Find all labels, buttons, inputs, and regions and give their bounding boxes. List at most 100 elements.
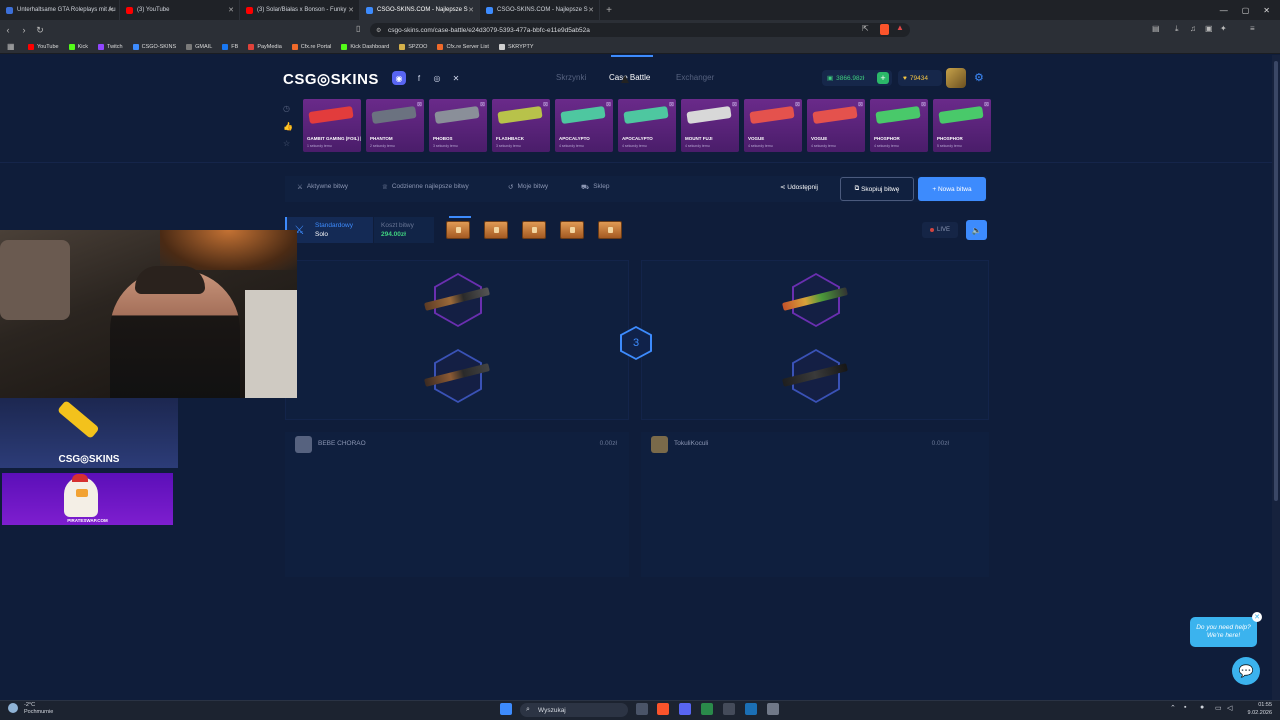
- system-clock[interactable]: 01:55 9.02.2026: [1240, 701, 1272, 717]
- browser-tab-active[interactable]: CSGO-SKINS.COM - Najlepsze S ✕: [360, 0, 480, 20]
- tray-app-icon[interactable]: ▪: [1184, 704, 1186, 711]
- forward-icon[interactable]: ›: [16, 25, 32, 35]
- hide-drop-icon[interactable]: ⊠: [732, 101, 737, 108]
- calculator-icon[interactable]: [767, 703, 779, 715]
- hide-drop-icon[interactable]: ⊠: [669, 101, 674, 108]
- browser-tab[interactable]: CSGO-SKINS.COM - Najlepsze S ✕: [480, 0, 600, 20]
- drop-card[interactable]: MOUNT FUJI 4 sekundy temu ⊠: [681, 99, 739, 152]
- bookmark-fb[interactable]: FB: [222, 43, 238, 50]
- drop-card[interactable]: PHANTOM 2 sekundy temu ⊠: [366, 99, 424, 152]
- bookmark-icon[interactable]: ▯: [356, 24, 360, 33]
- nav-exchanger[interactable]: Exchanger: [676, 73, 714, 82]
- new-tab-button[interactable]: +: [600, 5, 618, 16]
- bookmark-paymedia[interactable]: PayMedia: [248, 43, 282, 50]
- hide-drop-icon[interactable]: ⊠: [606, 101, 611, 108]
- discord-icon[interactable]: ◉: [392, 71, 406, 85]
- taskbar-search[interactable]: ⌕ Wyszukaj: [520, 703, 628, 717]
- copy-battle-button[interactable]: ⧉ Skopiuj bitwę: [840, 177, 914, 201]
- case-thumbnail[interactable]: [446, 221, 470, 239]
- subnav-my-battles[interactable]: ↺ Moje bitwy: [508, 183, 548, 191]
- bookmark-gmail[interactable]: GMAIL: [186, 43, 212, 50]
- bookmark-kick-dashboard[interactable]: Kick Dashboard: [341, 43, 389, 50]
- extensions-icon[interactable]: ✦: [1220, 24, 1227, 33]
- close-tab-icon[interactable]: ✕: [468, 6, 474, 14]
- close-tab-icon[interactable]: ✕: [228, 6, 234, 14]
- subnav-active-battles[interactable]: ⚔ Aktywne bitwy: [297, 183, 348, 191]
- subnav-shop[interactable]: ⛟ Sklep: [581, 183, 609, 192]
- volume-icon[interactable]: ◁: [1227, 704, 1232, 712]
- url-field[interactable]: ⚙ csgo-skins.com/case-battle/e24d3079-539…: [370, 23, 910, 37]
- subnav-daily-best[interactable]: ♕ Codzienne najlepsze bitwy: [382, 183, 469, 191]
- close-window-icon[interactable]: ✕: [1263, 6, 1270, 15]
- close-tab-icon[interactable]: ✕: [108, 6, 114, 14]
- obs-icon[interactable]: [723, 703, 735, 715]
- case-thumbnail[interactable]: [522, 221, 546, 239]
- bookmark-cfx-portal[interactable]: Cfx.re Portal: [291, 43, 331, 50]
- bookmark-youtube[interactable]: YouTube: [28, 43, 59, 50]
- drop-card[interactable]: VOGUE 4 sekundy temu ⊠: [744, 99, 802, 152]
- bookmark-cfx-server-list[interactable]: Cfx.re Server List: [437, 43, 489, 50]
- brave-shield-icon[interactable]: [880, 24, 889, 35]
- new-battle-button[interactable]: + Nowa bitwa: [918, 177, 986, 201]
- hide-drop-icon[interactable]: ⊠: [417, 101, 422, 108]
- hide-drop-icon[interactable]: ⊠: [543, 101, 548, 108]
- microphone-icon[interactable]: ●: [1200, 704, 1204, 711]
- weather-icon[interactable]: [8, 703, 18, 713]
- rewards-icon[interactable]: ▲: [896, 23, 904, 32]
- excel-icon[interactable]: [701, 703, 713, 715]
- bookmark-skrypty[interactable]: SKRYPTY: [498, 43, 534, 50]
- nav-skrzynki[interactable]: Skrzynki: [556, 73, 586, 82]
- drop-card[interactable]: PHOSPHOR 5 sekundy temu ⊠: [933, 99, 991, 152]
- page-scrollbar[interactable]: [1272, 55, 1280, 700]
- brave-browser-icon[interactable]: [657, 703, 669, 715]
- close-tab-icon[interactable]: ✕: [348, 6, 354, 14]
- task-view-icon[interactable]: [636, 703, 648, 715]
- apps-grid-icon[interactable]: ▦: [7, 42, 15, 51]
- wallet-icon[interactable]: ▣: [1205, 24, 1213, 33]
- network-icon[interactable]: ▭: [1215, 704, 1222, 712]
- case-thumbnail[interactable]: [598, 221, 622, 239]
- maximize-icon[interactable]: ▢: [1242, 6, 1250, 15]
- hide-drop-icon[interactable]: ⊠: [795, 101, 800, 108]
- coins-display[interactable]: ♥ 79434: [898, 70, 942, 86]
- chat-launcher-button[interactable]: 💬: [1232, 657, 1260, 685]
- settings-gear-icon[interactable]: ⚙: [974, 71, 984, 84]
- scrollbar-thumb[interactable]: [1274, 61, 1278, 501]
- drop-card[interactable]: APOCALYPTO 4 sekundy temu ⊠: [555, 99, 613, 152]
- case-thumbnail[interactable]: [484, 221, 508, 239]
- case-thumbnail[interactable]: [560, 221, 584, 239]
- drop-card[interactable]: GAMBIT GAMING (FOIL) | ATLANTA 2017 1 sek…: [303, 99, 361, 152]
- tray-chevron-icon[interactable]: ⌃: [1170, 704, 1176, 712]
- facebook-icon[interactable]: f: [412, 71, 426, 85]
- hide-drop-icon[interactable]: ⊠: [984, 101, 989, 108]
- share-button[interactable]: ⋖ Udostępnij: [780, 183, 818, 191]
- star-icon[interactable]: ☆: [283, 139, 290, 148]
- history-icon[interactable]: ◷: [283, 104, 290, 113]
- sound-toggle-button[interactable]: 🔈: [966, 220, 987, 240]
- sidebar-icon[interactable]: ▤: [1152, 24, 1160, 33]
- drop-card[interactable]: PHOSPHOR 4 sekundy temu ⊠: [870, 99, 928, 152]
- steam-icon[interactable]: [745, 703, 757, 715]
- site-logo[interactable]: CSG◎SKINS: [283, 70, 379, 88]
- hide-drop-icon[interactable]: ⊠: [858, 101, 863, 108]
- drop-card[interactable]: FLASHBACK 3 sekundy temu ⊠: [492, 99, 550, 152]
- bookmark-spzoo[interactable]: SPZOO: [399, 43, 427, 50]
- browser-tab[interactable]: Unterhaltsame GTA Roleplays mit Au ✕: [0, 0, 120, 20]
- bookmark-twitch[interactable]: Twitch: [98, 43, 123, 50]
- reload-icon[interactable]: ↻: [32, 25, 48, 36]
- menu-icon[interactable]: ≡: [1250, 24, 1255, 33]
- drop-card[interactable]: VOGUE 4 sekundy temu ⊠: [807, 99, 865, 152]
- browser-tab[interactable]: (3) Solar/Białas x Bonson - Funky ✕: [240, 0, 360, 20]
- bookmark-kick[interactable]: Kick: [68, 43, 88, 50]
- download-icon[interactable]: ⤓: [1175, 24, 1179, 34]
- drop-card[interactable]: PHOBOS 3 sekundy temu ⊠: [429, 99, 487, 152]
- site-info-icon[interactable]: ⚙: [376, 27, 381, 34]
- start-icon[interactable]: [500, 703, 512, 715]
- balance-display[interactable]: ▣ 3866.98zł +: [822, 70, 892, 86]
- nav-case-battle[interactable]: Case Battle: [609, 73, 650, 82]
- hide-drop-icon[interactable]: ⊠: [921, 101, 926, 108]
- user-avatar[interactable]: [946, 68, 966, 88]
- back-icon[interactable]: ‹: [0, 25, 16, 35]
- close-tab-icon[interactable]: ✕: [588, 6, 594, 14]
- x-twitter-icon[interactable]: ✕: [449, 71, 463, 85]
